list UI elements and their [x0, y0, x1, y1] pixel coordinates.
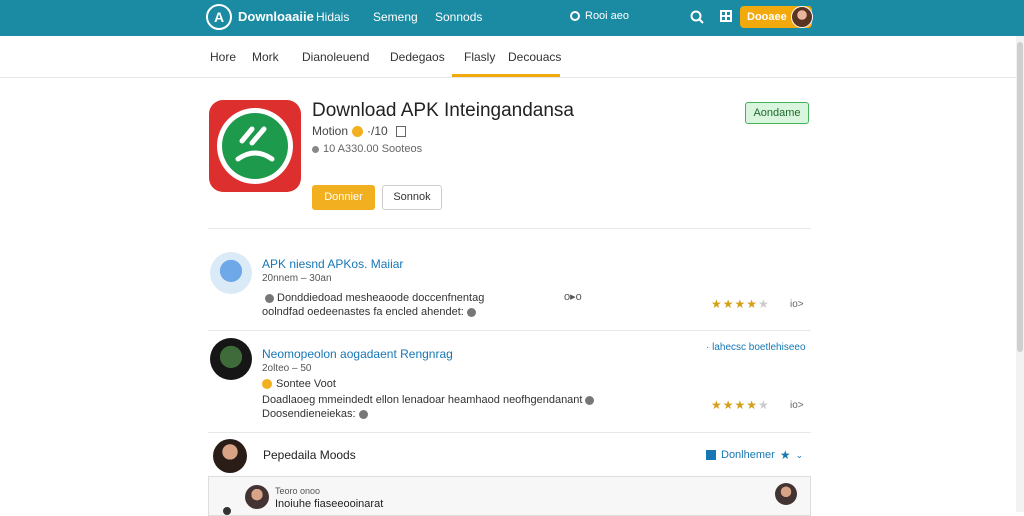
- info-icon: [466, 307, 476, 317]
- secondary-button[interactable]: Sonnok: [382, 185, 442, 210]
- tab-home[interactable]: Hore: [210, 50, 236, 64]
- star-rating: ★★★★★: [711, 398, 770, 412]
- review-meta: 2olteo – 50: [262, 363, 312, 374]
- document-icon: [395, 125, 406, 137]
- app-rating-text: ·/10: [367, 124, 388, 138]
- review-count[interactable]: io>: [790, 299, 804, 310]
- mods-title: Pepedaila Moods: [263, 448, 356, 462]
- tab-dedegaos[interactable]: Dedegaos: [390, 50, 445, 64]
- app-downloads: 10 A330.00 Sooteos: [312, 143, 422, 155]
- active-tab-indicator: [452, 74, 560, 77]
- search-icon[interactable]: [690, 10, 704, 24]
- list-item[interactable]: APK niesnd APKos. Maiiar 20nnem – 30an D…: [208, 248, 811, 328]
- app-title: Download APK Inteingandansa: [312, 100, 574, 121]
- coin-icon: [262, 379, 272, 390]
- app-meta: Motion ·/10: [312, 124, 406, 138]
- review-count[interactable]: io>: [790, 400, 804, 411]
- user-avatar[interactable]: [791, 6, 813, 28]
- avatar: [210, 338, 252, 380]
- divider: [208, 330, 811, 331]
- tab-mork[interactable]: Mork: [252, 50, 279, 64]
- list-item[interactable]: Neomopeolon aogadaent Rengnrag 2olteo – …: [208, 334, 811, 430]
- scrollbar-thumb[interactable]: [1017, 42, 1023, 352]
- status-badge[interactable]: Aondame: [745, 102, 809, 124]
- info-icon: [585, 395, 595, 405]
- info-icon: [358, 409, 368, 419]
- chevron-down-icon: ⌄: [795, 449, 804, 460]
- tab-download[interactable]: Dianoleuend: [302, 50, 369, 64]
- review-meta: 20nnem – 30an: [262, 273, 332, 284]
- star-icon: ★: [779, 448, 791, 462]
- topnav-item-1[interactable]: Hidais: [316, 10, 349, 24]
- mods-action-label: Donlhemer: [721, 449, 775, 461]
- avatar[interactable]: [775, 483, 797, 505]
- tab-flasly[interactable]: Flasly: [464, 50, 495, 64]
- star-rating: ★★★★★: [711, 297, 770, 311]
- tab-decouacs[interactable]: Decouacs: [508, 50, 561, 64]
- review-title[interactable]: APK niesnd APKos. Maiiar: [262, 257, 403, 271]
- info-icon: [265, 293, 274, 303]
- divider: [208, 432, 811, 433]
- topnav-item-2[interactable]: Semeng: [373, 10, 418, 24]
- topnav-item-3[interactable]: Sonnods: [435, 10, 482, 24]
- review-text: Donddiedoad mesheaoode doccenfnentag ool…: [262, 292, 485, 318]
- scrollbar[interactable]: [1016, 36, 1024, 512]
- brand-logo-icon[interactable]: A: [206, 4, 232, 30]
- language-label: Rooi aeo: [585, 10, 630, 22]
- app-developer[interactable]: Motion: [312, 124, 348, 138]
- download-button[interactable]: Donnier: [312, 185, 375, 210]
- top-bar: A Downloaaiie Hidais Semeng Sonnods Rooi…: [0, 0, 1024, 36]
- comment-time: Teoro onoo: [275, 486, 321, 496]
- review-link[interactable]: · lahecsc boetlehiseeo: [706, 342, 806, 353]
- share-icon[interactable]: o▸o: [564, 290, 582, 303]
- coin-icon: [352, 125, 364, 137]
- avatar: [245, 485, 269, 509]
- apps-grid-icon[interactable]: [720, 10, 732, 22]
- downloads-text: 10 A330.00 Sooteos: [323, 143, 423, 155]
- home-icon: [706, 450, 716, 460]
- review-extra: Sontee Voot: [262, 378, 336, 390]
- app-icon: [209, 100, 301, 192]
- avatar: [210, 252, 252, 294]
- leaf-face-icon: [235, 126, 275, 162]
- comment-text: Inoiuhe fiaseeooinarat: [275, 498, 384, 510]
- mods-action[interactable]: Donlhemer ★ ⌄: [706, 448, 803, 462]
- brand-name[interactable]: Downloaaiie: [238, 9, 314, 24]
- globe-icon: [570, 11, 580, 21]
- mods-row: Pepedaila Moods Donlhemer ★ ⌄: [208, 436, 811, 476]
- comment-box[interactable]: Teoro onoo Inoiuhe fiaseeooinarat: [208, 476, 811, 516]
- info-icon: [312, 145, 319, 153]
- review-text: Doadlaoeg mmeindedt ellon lenadoar heamh…: [262, 393, 602, 421]
- avatar: [213, 439, 247, 473]
- bullet-icon: [223, 507, 231, 515]
- tab-bar: Hore Mork Dianoleuend Dedegaos Flasly De…: [0, 36, 1024, 78]
- language-selector[interactable]: Rooi aeo: [570, 10, 629, 22]
- divider: [208, 228, 811, 229]
- review-title[interactable]: Neomopeolon aogadaent Rengnrag: [262, 347, 453, 361]
